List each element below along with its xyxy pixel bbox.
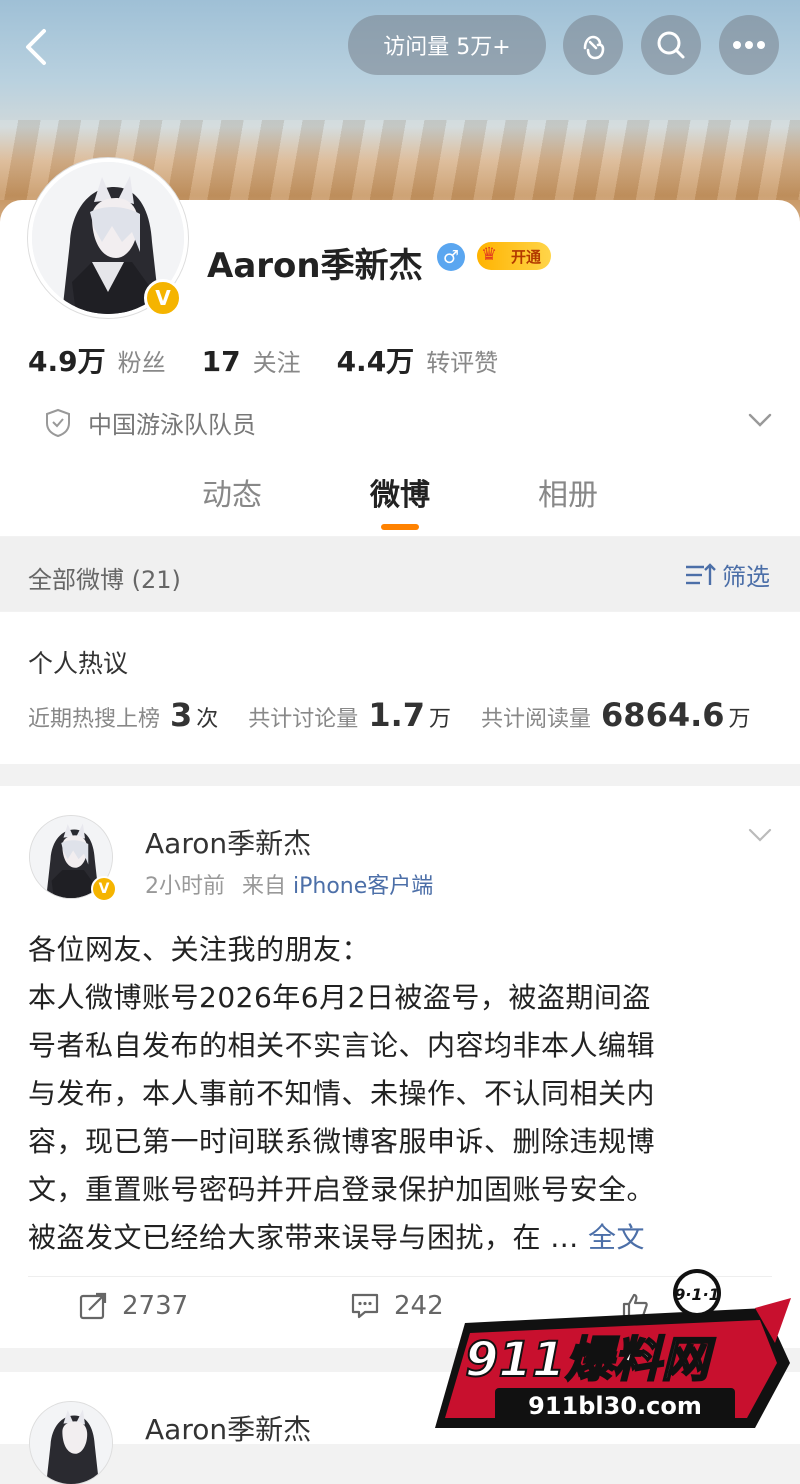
weibo-post[interactable]: V Aaron季新杰 2小时前 来自 iPhone客户端 各位网友、关注我的朋友… xyxy=(0,786,800,1348)
personal-hot-section[interactable]: 个人热议 近期热搜上榜 3 次 共计讨论量 1.7 万 共计阅读量 6864.6… xyxy=(0,612,800,764)
reads-label: 共计阅读量 xyxy=(481,707,592,732)
shield-icon xyxy=(46,408,70,437)
search-icon xyxy=(657,31,685,59)
interactions-label: 转评赞 xyxy=(426,349,499,377)
profile-tabs: 动态 微博 相册 xyxy=(0,470,800,530)
following-label[interactable]: 关注 xyxy=(253,343,301,378)
more-button[interactable] xyxy=(719,15,779,75)
post-author[interactable]: Aaron季新杰 xyxy=(145,1408,311,1448)
repost-button[interactable]: 2737 xyxy=(78,1291,188,1321)
filter-label: 筛选 xyxy=(722,563,770,591)
post-from-prefix: 来自 xyxy=(242,874,287,899)
post-avatar[interactable] xyxy=(30,1402,112,1484)
male-gender-icon: ♂ xyxy=(437,243,465,271)
post-time: 2小时前 xyxy=(145,874,225,899)
post-options-button[interactable] xyxy=(746,824,774,846)
post-avatar-image xyxy=(30,1402,112,1484)
vip-open-button[interactable]: ♛ 开通 xyxy=(477,242,551,270)
following-count[interactable]: 17 xyxy=(202,345,241,378)
expand-profile-button[interactable] xyxy=(746,408,774,432)
repost-count: 2737 xyxy=(122,1291,189,1321)
active-tab-indicator xyxy=(381,524,419,530)
post-meta: 2小时前 来自 iPhone客户端 xyxy=(145,868,433,900)
post-line: 被盗发文已经给大家带来误导与困扰，在 ... xyxy=(28,1221,579,1254)
crown-icon: ♛ xyxy=(481,244,498,265)
hot-search-label: 近期热搜上榜 xyxy=(28,707,161,732)
watermark-graphic: 9·1·1 911爆料网 911bl30.com xyxy=(435,1269,791,1428)
gesture-button[interactable] xyxy=(563,15,623,75)
post-line-last: 被盗发文已经给大家带来误导与困扰，在 ... 全文 xyxy=(28,1214,772,1262)
watermark-logo: 9·1·1 911爆料网 911bl30.com xyxy=(425,1268,795,1438)
followers-count[interactable]: 4.9万 xyxy=(28,340,106,380)
watermark-title: 911爆料网 xyxy=(465,1332,716,1388)
search-button[interactable] xyxy=(641,15,701,75)
certification-text: 中国游泳队队员 xyxy=(88,411,256,439)
chevron-down-icon xyxy=(748,828,772,842)
comment-icon xyxy=(351,1293,379,1319)
tab-dynamic[interactable]: 动态 xyxy=(202,470,262,514)
interactions-count: 4.4万 xyxy=(336,345,415,378)
visits-button[interactable]: 访问量 5万+ xyxy=(348,15,546,75)
all-weibo-count: 全部微博 (21) xyxy=(28,566,181,594)
visits-label: 访问量 5万+ xyxy=(383,35,511,60)
hot-search-value: 3 xyxy=(170,696,193,734)
filter-icon xyxy=(686,562,716,585)
filter-bar: 全部微博 (21) 筛选 xyxy=(0,537,800,611)
tab-album[interactable]: 相册 xyxy=(538,470,598,514)
post-line: 号者私自发布的相关不实言论、内容均非本人编辑 xyxy=(28,1029,656,1062)
post-body[interactable]: 各位网友、关注我的朋友： 本人微博账号2026年6月2日被盗号，被盗期间盗 号者… xyxy=(28,926,772,1262)
back-button[interactable] xyxy=(18,25,58,69)
profile-name: Aaron季新杰 xyxy=(207,246,423,286)
hot-stats-row: 近期热搜上榜 3 次 共计讨论量 1.7 万 共计阅读量 6864.6 万 xyxy=(28,696,751,734)
read-more-link[interactable]: 全文 xyxy=(588,1221,645,1254)
back-icon xyxy=(26,29,46,65)
hot-search-unit: 次 xyxy=(196,707,219,732)
profile-stats: 4.9万 粉丝 17 关注 4.4万 转评赞 xyxy=(28,340,534,380)
post-author[interactable]: Aaron季新杰 xyxy=(145,822,311,862)
reads-value: 6864.6 xyxy=(601,696,725,734)
post-line: 文，重置账号密码并开启登录保护加固账号安全。 xyxy=(28,1173,656,1206)
watermark-badge: 9·1·1 xyxy=(674,1285,720,1304)
post-line: 本人微博账号2026年6月2日被盗号，被盗期间盗 xyxy=(28,981,651,1014)
followers-label[interactable]: 粉丝 xyxy=(118,343,166,378)
chevron-down-icon xyxy=(748,413,772,427)
discussion-label: 共计讨论量 xyxy=(248,707,359,732)
verified-badge-icon: V xyxy=(144,279,182,317)
reads-unit: 万 xyxy=(728,707,751,732)
post-line: 与发布，本人事前不知情、未操作、不认同相关内 xyxy=(28,1077,656,1110)
certification-row[interactable]: 中国游泳队队员 xyxy=(44,405,256,440)
post-line: 各位网友、关注我的朋友： xyxy=(28,933,371,966)
post-line: 容，现已第一时间联系微博客服申诉、删除违规博 xyxy=(28,1125,656,1158)
discussion-unit: 万 xyxy=(429,707,452,732)
post-verified-badge-icon: V xyxy=(91,876,117,902)
hot-section-title: 个人热议 xyxy=(28,649,129,678)
tab-weibo[interactable]: 微博 xyxy=(370,470,430,514)
post-source[interactable]: iPhone客户端 xyxy=(293,874,433,899)
discussion-value: 1.7 xyxy=(368,696,425,734)
more-icon xyxy=(733,41,765,49)
vip-label: 开通 xyxy=(510,247,541,266)
filter-button[interactable]: 筛选 xyxy=(684,557,770,592)
gesture-icon xyxy=(583,35,605,60)
repost-icon xyxy=(79,1292,107,1320)
watermark-url: 911bl30.com xyxy=(528,1392,702,1420)
